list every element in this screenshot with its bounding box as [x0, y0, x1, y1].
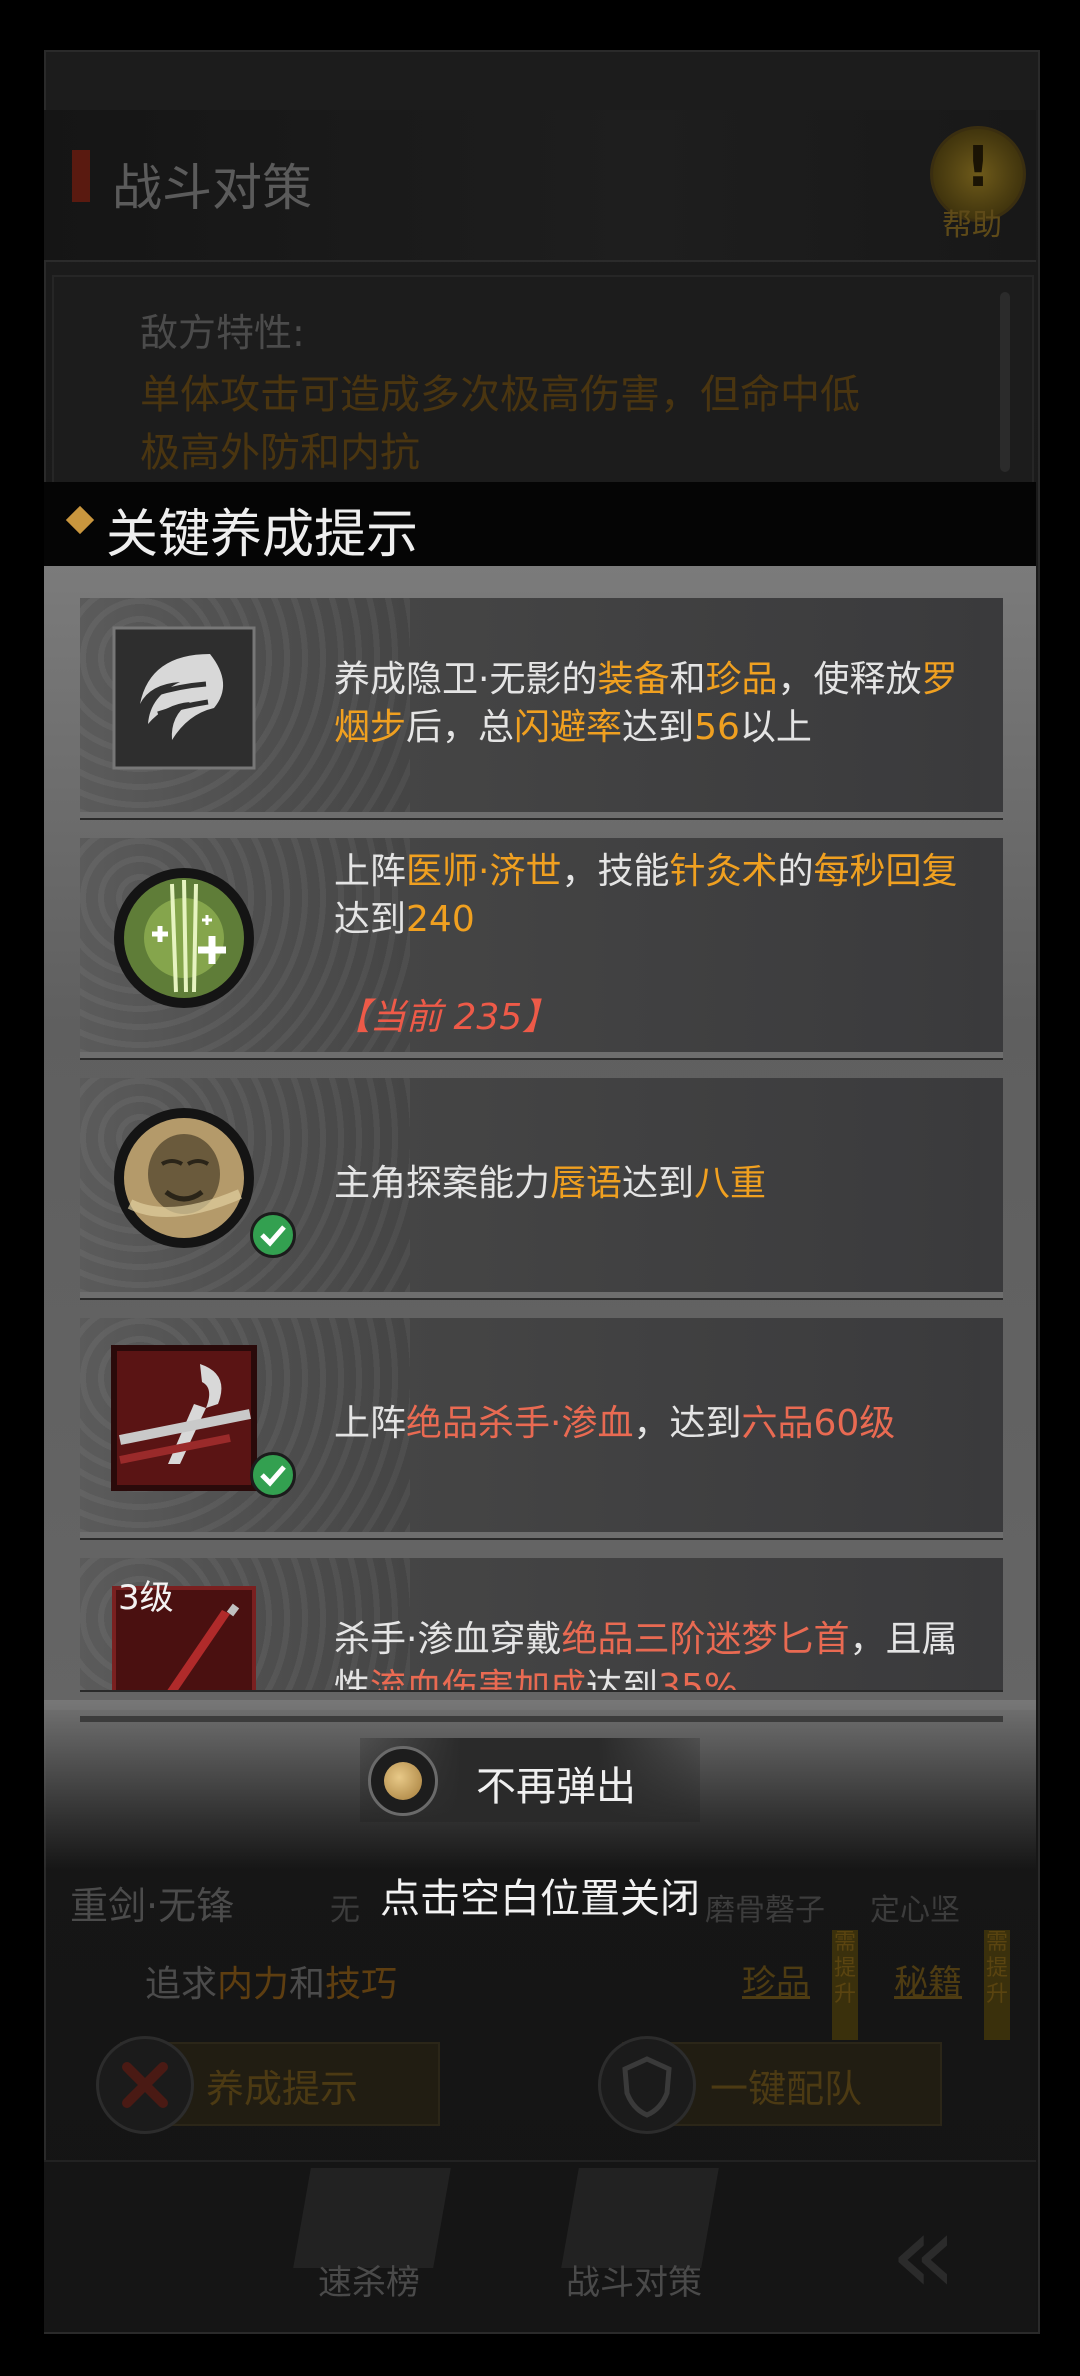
- close-hint[interactable]: 点击空白位置关闭: [0, 1866, 1080, 1924]
- hint-card: 主角探案能力唇语达到八重: [80, 1078, 1003, 1298]
- modal-title: 关键养成提示: [106, 505, 419, 565]
- title-accent-mark: [72, 150, 90, 202]
- bottom-nav: [44, 2160, 1036, 2332]
- exclamation-icon: !: [965, 135, 991, 200]
- shield-icon: [598, 2036, 696, 2134]
- hint-text: 杀手·渗血穿戴绝品三阶迷梦匕首，且属 性流血伤害加成达到35%: [334, 1619, 958, 1690]
- enemy-traits-label: 敌方特性:: [140, 311, 305, 355]
- feather-crest-icon: [110, 624, 258, 772]
- hint-card: 养成隐卫·无影的装备和珍品，使释放罗烟步后，总闪避率达到56以上: [80, 598, 1003, 818]
- blood-assassin-icon: [110, 1344, 258, 1492]
- completed-check-icon: [250, 1452, 296, 1498]
- scroll-icon[interactable]: [293, 2168, 451, 2268]
- needs-upgrade-tag: 需提升: [984, 1930, 1010, 2040]
- manual-link[interactable]: 秘籍: [894, 1955, 962, 2004]
- divider: [80, 1716, 1003, 1722]
- auto-team-label: 一键配队: [710, 2067, 863, 2111]
- lip-reading-face-icon: [110, 1104, 258, 1252]
- hint-text: 养成隐卫·无影的装备和珍品，使释放罗烟步后，总闪避率达到56以上: [334, 659, 958, 748]
- level-badge: 3级: [118, 1578, 174, 1618]
- hint-text: 上阵医师·济世，技能针灸术的每秒回复 达到240: [334, 851, 958, 940]
- enemy-trait-line: 极高外防和内抗: [140, 430, 420, 476]
- pursuit-hint: 追求内力和技巧: [145, 1964, 398, 2005]
- current-value: 【当前 235】: [334, 997, 559, 1038]
- training-hint-label: 养成提示: [206, 2067, 359, 2111]
- close-x-icon: [96, 2036, 194, 2134]
- double-chevron-left-icon[interactable]: «: [890, 2190, 957, 2318]
- hint-card: 3级 杀手·渗血穿戴绝品三阶迷梦匕首，且属 性流血伤害加成达到35%: [80, 1558, 1003, 1690]
- dont-show-again-label[interactable]: 不再弹出: [476, 1754, 636, 1812]
- completed-check-icon: [250, 1212, 296, 1258]
- healing-needles-icon: [110, 864, 258, 1012]
- mask-icon[interactable]: [561, 2168, 719, 2268]
- nav-battle-strategy[interactable]: 战斗对策: [566, 2255, 702, 2304]
- treasure-link[interactable]: 珍品: [742, 1955, 810, 2004]
- nav-speed-rank[interactable]: 速杀榜: [318, 2255, 420, 2304]
- needs-upgrade-tag: 需提升: [832, 1930, 858, 2040]
- traits-scrollbar[interactable]: [1000, 292, 1010, 472]
- hint-text: 上阵绝品杀手·渗血，达到六品60级: [334, 1403, 896, 1444]
- background-page-title: 战斗对策: [112, 159, 312, 217]
- hint-text: 主角探案能力唇语达到八重: [334, 1163, 767, 1204]
- hint-card: 上阵医师·济世，技能针灸术的每秒回复 达到240 【当前 235】: [80, 838, 1003, 1058]
- help-label: 帮助: [942, 208, 1002, 243]
- enemy-trait-line: 单体攻击可造成多次极高伤害，但命中低: [140, 372, 860, 418]
- hint-card: 上阵绝品杀手·渗血，达到六品60级: [80, 1318, 1003, 1538]
- radio-button[interactable]: [368, 1746, 438, 1816]
